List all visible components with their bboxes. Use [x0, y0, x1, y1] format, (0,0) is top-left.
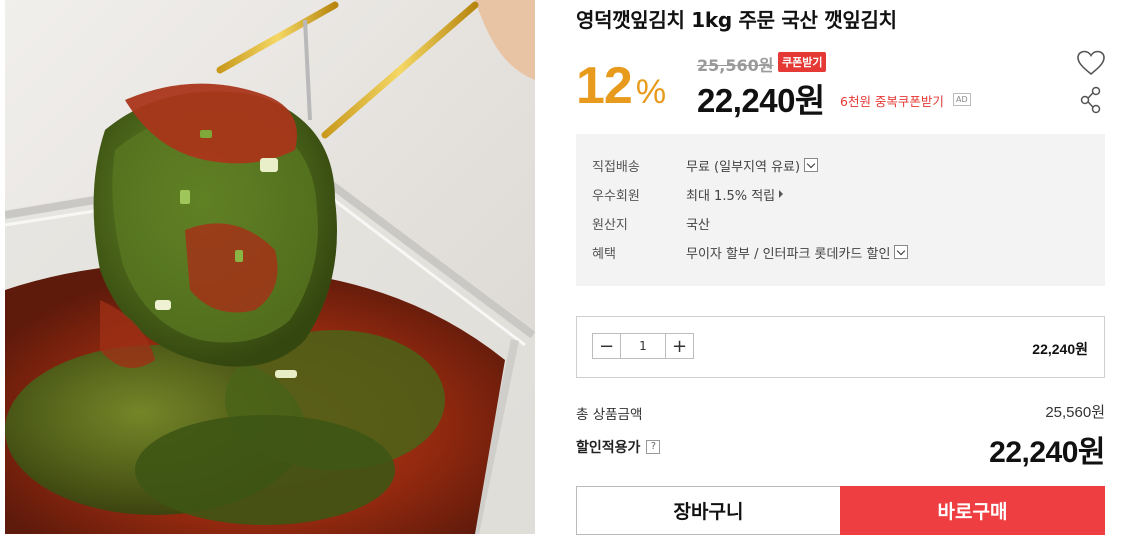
info-label: 우수회원	[592, 188, 640, 204]
sale-price: 22,240원	[697, 82, 825, 119]
buy-now-button[interactable]: 바로구매	[840, 486, 1105, 535]
origin-value: 국산	[686, 217, 710, 233]
product-image	[5, 0, 535, 534]
discount-rate: 12%	[576, 56, 666, 116]
info-label: 혜택	[592, 246, 616, 262]
add-to-cart-button[interactable]: 장바구니	[576, 486, 841, 535]
help-icon[interactable]: ?	[646, 440, 661, 454]
quantity-stepper: − +	[592, 333, 694, 359]
final-price-label-text: 할인적용가	[576, 440, 641, 456]
total-price-label: 총 상품금액	[576, 407, 643, 423]
benefit-value: 무이자 할부 / 인터파크 롯데카드 할인	[686, 246, 891, 262]
total-price-value: 25,560원	[1045, 404, 1105, 421]
option-price: 22,240원	[1032, 341, 1088, 357]
discount-number: 12	[576, 57, 633, 115]
ad-badge: AD	[953, 93, 971, 106]
plus-button[interactable]: +	[665, 334, 693, 358]
option-quantity-box: − + 22,240원	[576, 316, 1105, 378]
info-label: 원산지	[592, 217, 628, 233]
quantity-input[interactable]	[621, 334, 665, 358]
product-title: 영덕깻잎김치 1kg 주문 국산 깻잎김치	[576, 8, 897, 32]
chevron-down-icon[interactable]	[804, 158, 819, 172]
discount-unit: %	[635, 73, 667, 111]
member-value[interactable]: 최대 1.5% 적립	[686, 185, 775, 204]
extra-coupon-link[interactable]: 6천원 중복쿠폰받기	[840, 91, 944, 110]
arrow-right-icon[interactable]	[779, 190, 784, 198]
info-value[interactable]: 최대 1.5% 적립	[686, 185, 784, 204]
coupon-button[interactable]: 쿠폰받기	[778, 52, 827, 72]
share-icon[interactable]	[1080, 86, 1102, 114]
final-price-value: 22,240원	[989, 436, 1105, 469]
original-price: 25,560원	[697, 56, 774, 75]
info-value: 국산	[686, 214, 710, 233]
info-value: 무이자 할부 / 인터파크 롯데카드 할인	[686, 243, 909, 262]
delivery-info-box: 직접배송 무료 (일부지역 유료) 우수회원 최대 1.5% 적립 원산지 국산…	[576, 134, 1105, 286]
info-row-delivery: 직접배송 무료 (일부지역 유료)	[592, 155, 819, 175]
info-value: 무료 (일부지역 유료)	[686, 156, 819, 175]
chevron-down-icon[interactable]	[894, 245, 909, 259]
delivery-value: 무료 (일부지역 유료)	[686, 159, 801, 175]
heart-icon[interactable]	[1077, 50, 1105, 76]
info-row-origin: 원산지 국산	[592, 213, 710, 233]
final-price-label: 할인적용가 ?	[576, 437, 661, 457]
info-row-member: 우수회원 최대 1.5% 적립	[592, 184, 784, 204]
info-row-benefit: 혜택 무이자 할부 / 인터파크 롯데카드 할인	[592, 242, 909, 262]
info-label: 직접배송	[592, 159, 640, 175]
minus-button[interactable]: −	[593, 334, 621, 358]
